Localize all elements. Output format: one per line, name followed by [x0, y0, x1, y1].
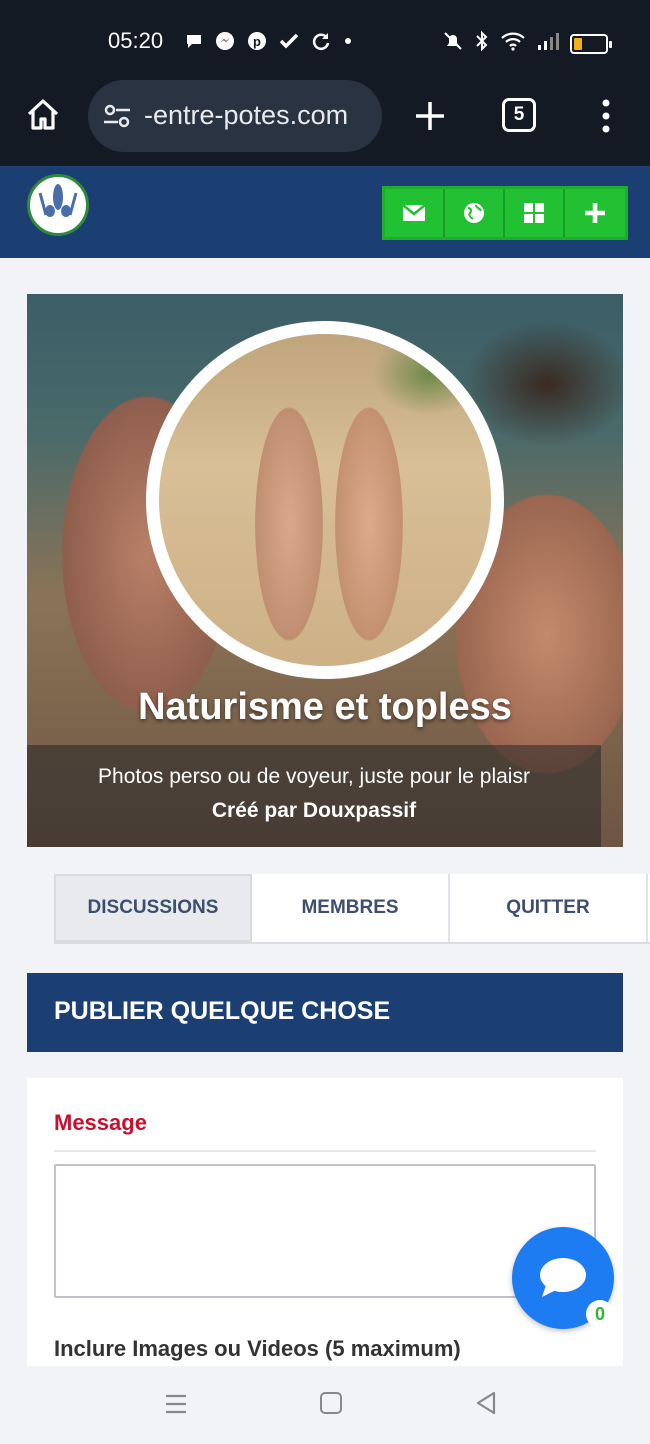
browser-chrome: 05:20 p -entre-potes.com 5: [0, 0, 650, 166]
url-row: -entre-potes.com 5: [0, 80, 650, 152]
mail-icon[interactable]: [385, 189, 445, 237]
site-header: [0, 166, 650, 258]
tab-quitter[interactable]: QUITTER: [450, 874, 648, 942]
group-cover-photo: Naturisme et topless Photos perso ou de …: [27, 294, 623, 847]
battery-level: [574, 37, 582, 50]
mute-icon: [442, 30, 464, 57]
back-icon[interactable]: [474, 1390, 498, 1421]
more-menu-icon[interactable]: [596, 96, 616, 136]
signal-icon: [536, 30, 560, 57]
grid-icon[interactable]: [505, 189, 565, 237]
message-label: Message: [54, 1110, 147, 1135]
header-button-group: [382, 186, 628, 240]
address-bar[interactable]: -entre-potes.com: [88, 80, 382, 152]
site-settings-icon[interactable]: [102, 102, 132, 130]
group-avatar[interactable]: [146, 321, 504, 679]
status-time: 05:20: [108, 28, 164, 53]
plus-icon[interactable]: [565, 189, 625, 237]
sync-icon: [310, 30, 332, 57]
battery-icon: [570, 33, 612, 54]
divider: [54, 1150, 596, 1152]
group-tabs: DISCUSSIONS MEMBRES QUITTER: [54, 874, 650, 944]
wifi-icon: [500, 30, 526, 57]
chat-bubble-icon: [184, 31, 204, 56]
home-icon[interactable]: [24, 96, 62, 134]
group-title: Naturisme et topless: [138, 686, 512, 728]
tab-membres[interactable]: MEMBRES: [252, 874, 450, 942]
publish-title: PUBLIER QUELQUE CHOSE: [54, 997, 391, 1025]
messenger-icon: [214, 30, 236, 57]
publish-section-header: PUBLIER QUELQUE CHOSE: [27, 973, 623, 1052]
home-nav-icon[interactable]: [320, 1392, 342, 1414]
globe-icon[interactable]: [445, 189, 505, 237]
tab-switcher-button[interactable]: 5: [502, 98, 536, 132]
status-right-icons: [442, 30, 612, 57]
svg-text:p: p: [253, 34, 261, 49]
system-nav-bar: [0, 1366, 650, 1444]
check-icon: [278, 30, 300, 57]
publish-form: Message Inclure Images ou Videos (5 maxi…: [27, 1078, 623, 1368]
pinterest-icon: p: [246, 30, 268, 57]
status-left-icons: p: [184, 30, 354, 57]
chat-bubble-icon: [540, 1258, 586, 1297]
new-tab-icon[interactable]: [412, 98, 448, 134]
dot-icon: [342, 30, 354, 57]
chat-unread-badge: 0: [586, 1300, 614, 1328]
group-description: Photos perso ou de voyeur, juste pour le…: [98, 765, 530, 788]
site-logo[interactable]: [27, 174, 89, 236]
include-media-label: Inclure Images ou Videos (5 maximum): [54, 1336, 461, 1361]
tab-discussions[interactable]: DISCUSSIONS: [54, 874, 252, 942]
recent-apps-icon[interactable]: [164, 1392, 188, 1421]
bluetooth-icon: [474, 30, 490, 57]
group-creator[interactable]: Créé par Douxpassif: [27, 799, 601, 823]
status-bar: 05:20 p: [0, 22, 650, 62]
group-info-box: Photos perso ou de voyeur, juste pour le…: [27, 745, 601, 847]
url-text: -entre-potes.com: [144, 100, 349, 130]
